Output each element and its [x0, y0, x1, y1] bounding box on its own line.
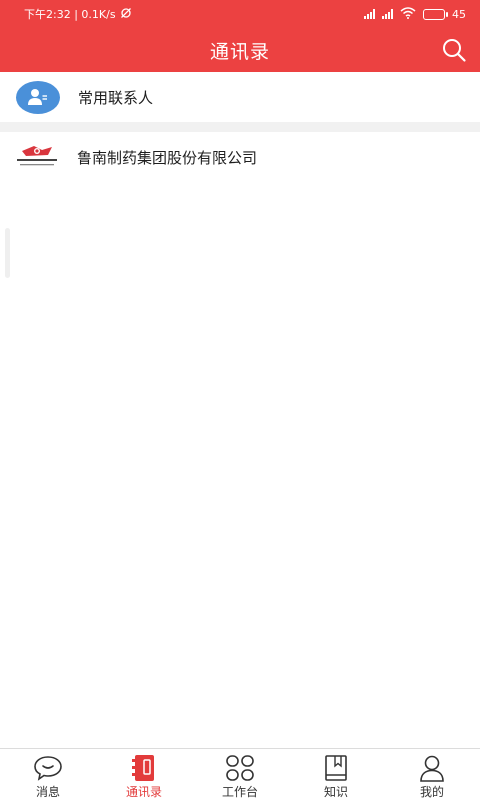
frequent-contacts-row[interactable]: 常用联系人 — [0, 72, 480, 122]
wifi-icon — [400, 6, 416, 22]
sync-off-icon — [120, 7, 132, 22]
top-bar: 下午2:32 | 0.1K/s 45 通讯录 — [0, 0, 480, 72]
status-bar: 下午2:32 | 0.1K/s 45 — [0, 0, 480, 28]
bottom-tab-bar: 消息 通讯录 工作台 知识 我的 — [0, 748, 480, 800]
address-book-icon — [128, 753, 160, 782]
organization-label: 鲁南制药集团股份有限公司 — [77, 148, 258, 167]
battery-icon — [423, 8, 448, 20]
tab-workbench-label: 工作台 — [221, 785, 258, 799]
tab-contacts-label: 通讯录 — [125, 785, 162, 799]
scroll-indicator — [5, 228, 10, 278]
section-divider — [0, 122, 480, 132]
tab-messages-label: 消息 — [35, 785, 60, 799]
book-icon — [320, 753, 352, 782]
search-icon — [443, 39, 466, 62]
page-title: 通讯录 — [209, 40, 270, 63]
grid-icon — [224, 753, 256, 782]
tab-knowledge-label: 知识 — [323, 785, 348, 799]
tab-me-label: 我的 — [419, 785, 444, 799]
chat-bubble-icon — [32, 753, 64, 782]
tab-workbench[interactable]: 工作台 — [192, 749, 288, 800]
status-left: 下午2:32 | 0.1K/s — [24, 6, 132, 22]
tab-knowledge[interactable]: 知识 — [288, 749, 384, 800]
company-logo — [14, 143, 60, 171]
tab-me[interactable]: 我的 — [384, 749, 480, 800]
person-icon — [416, 753, 448, 782]
signal-icon-2 — [382, 9, 393, 19]
contact-card-icon — [16, 80, 60, 114]
tab-messages[interactable]: 消息 — [0, 749, 96, 800]
status-right: 45 — [364, 6, 466, 22]
signal-icon — [364, 9, 375, 19]
status-time-speed: 下午2:32 | 0.1K/s — [24, 8, 116, 21]
battery-level-text: 45 — [452, 7, 466, 21]
frequent-contacts-label: 常用联系人 — [78, 88, 154, 107]
search-button[interactable] — [438, 34, 470, 66]
organization-row[interactable]: 鲁南制药集团股份有限公司 — [0, 132, 480, 182]
tab-contacts[interactable]: 通讯录 — [96, 749, 192, 800]
app-bar: 通讯录 — [0, 28, 480, 72]
